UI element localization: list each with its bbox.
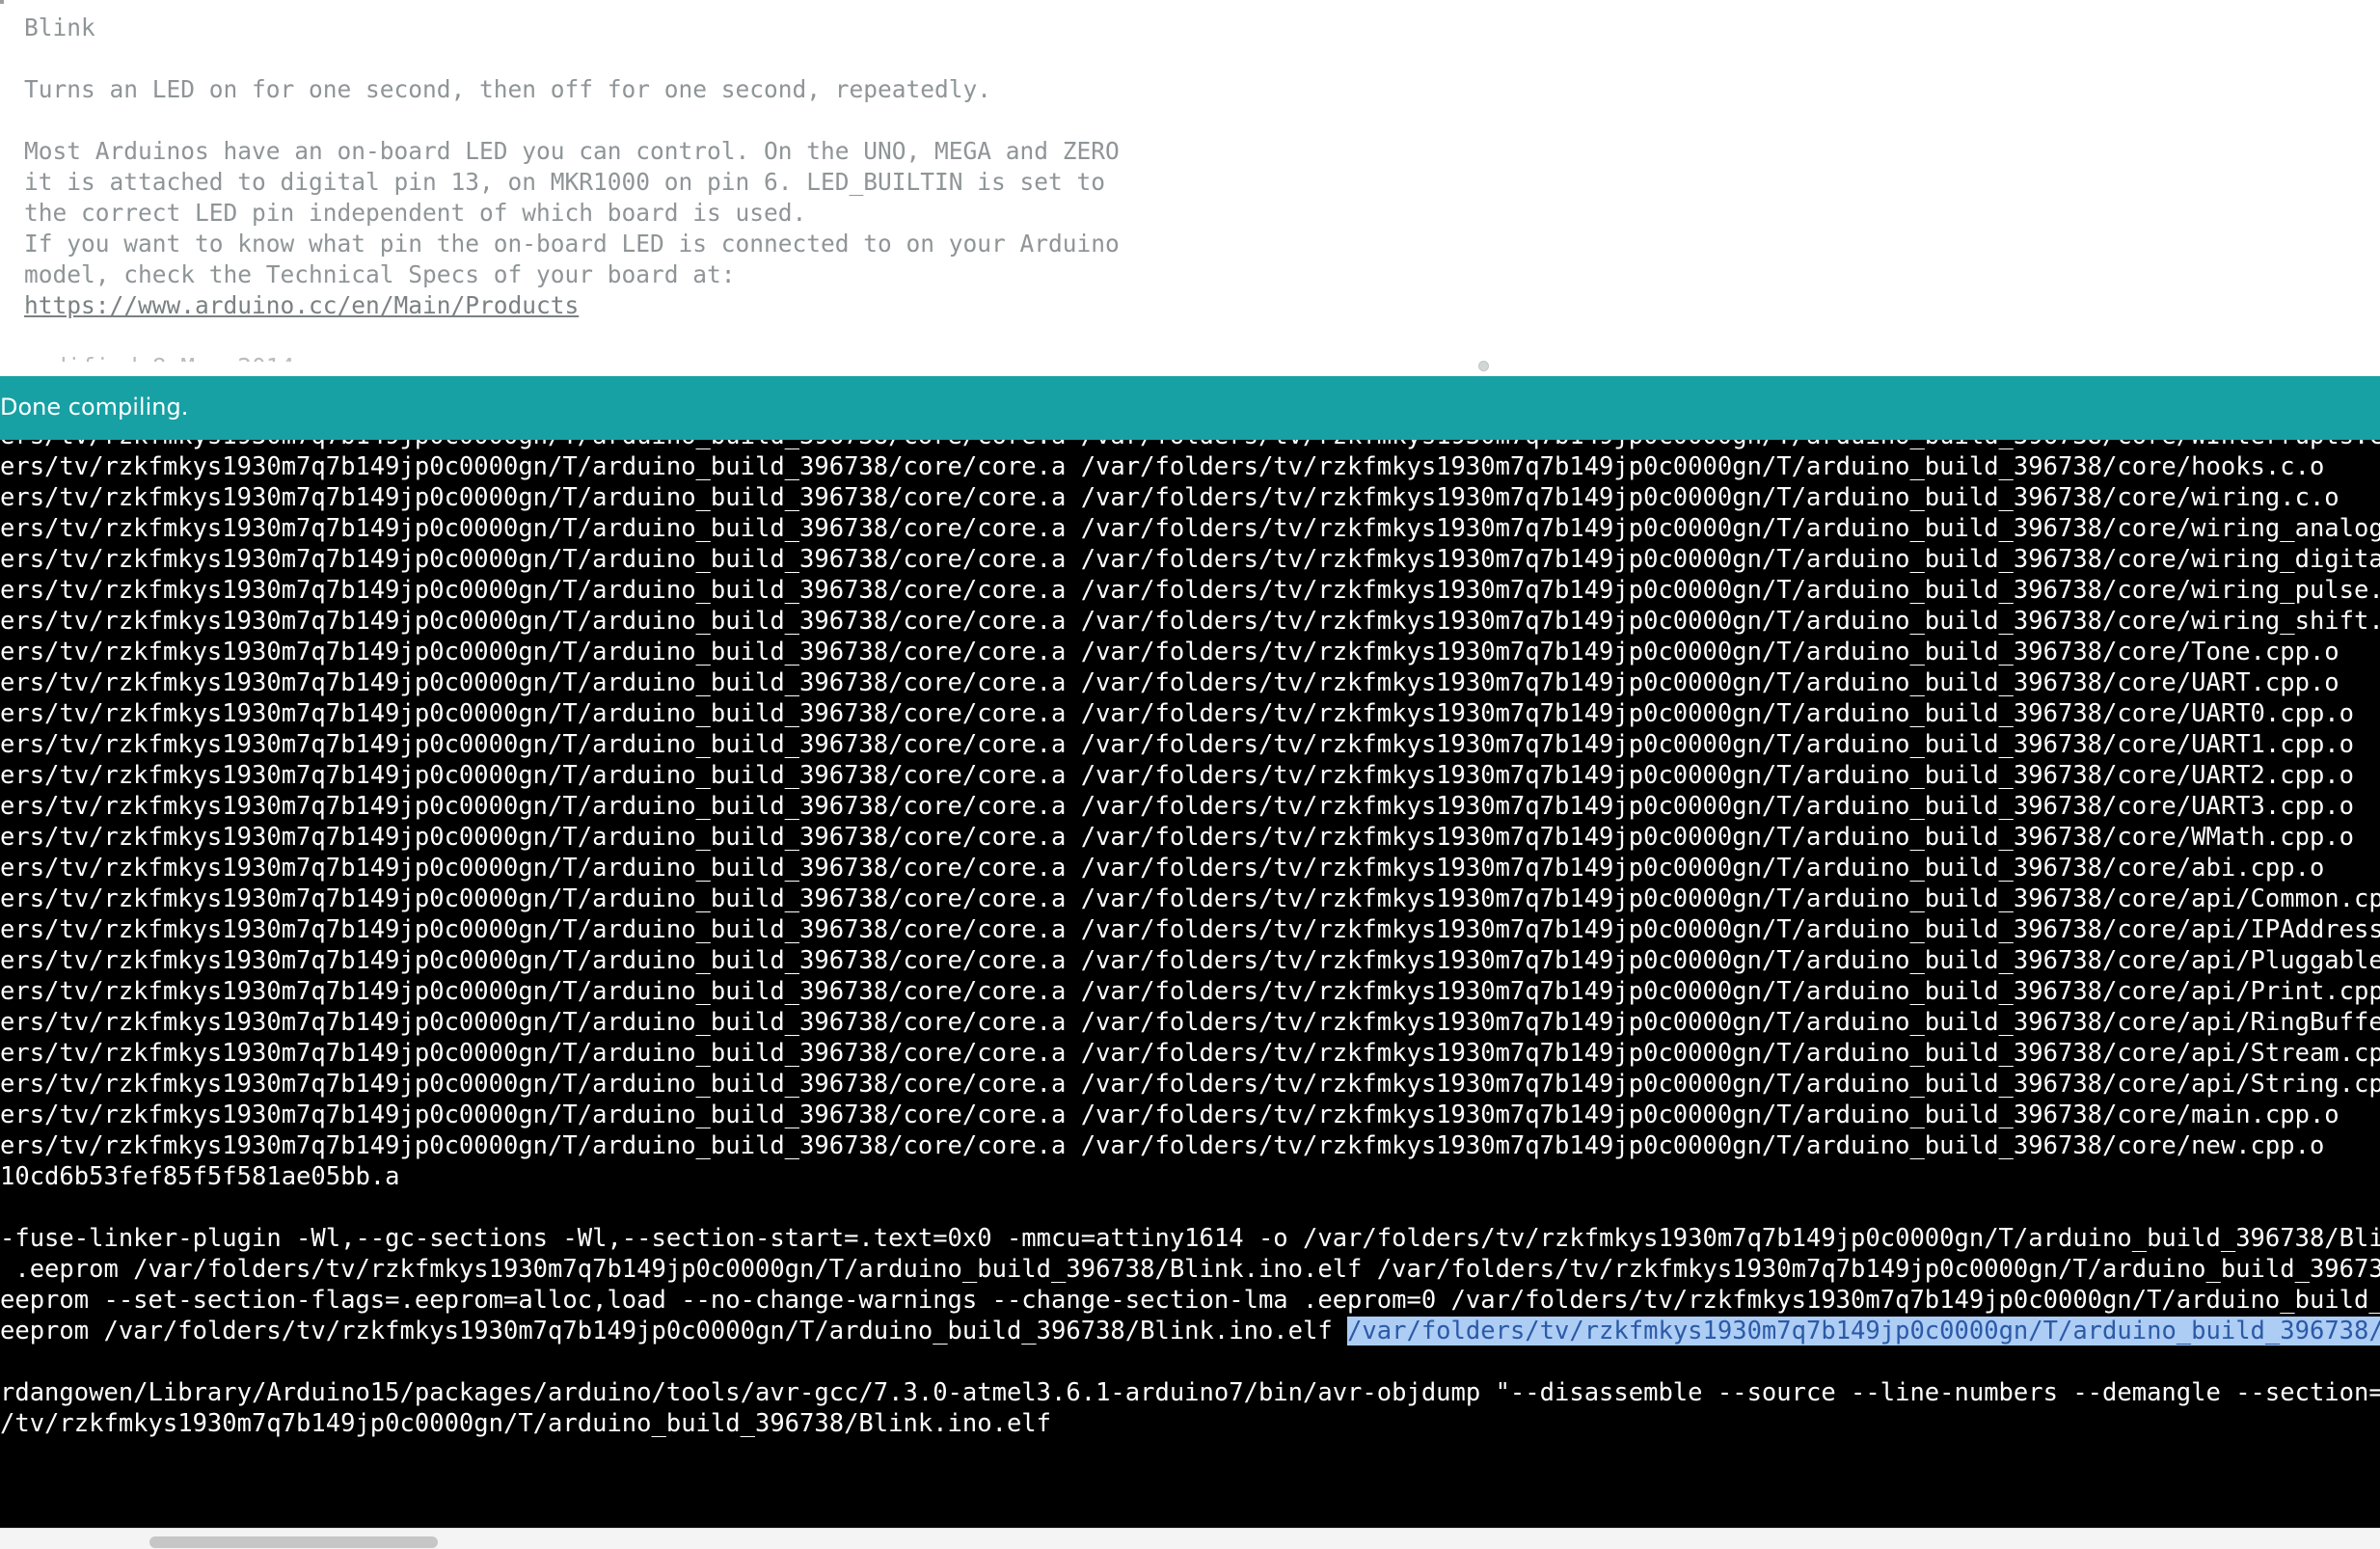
console-horizontal-scrollbar[interactable] xyxy=(0,1528,2380,1549)
code-editor[interactable]: Blink Turns an LED on for one second, th… xyxy=(0,0,2380,376)
products-link[interactable]: https://www.arduino.cc/en/Main/Products xyxy=(24,290,579,321)
console-output[interactable]: ers/tv/rzkfmkys1930m7q7b149jp0c0000gn/T/… xyxy=(0,440,2380,1528)
comment-line: If you want to know what pin the on-boar… xyxy=(24,230,1120,258)
console-line: ers/tv/rzkfmkys1930m7q7b149jp0c0000gn/T/… xyxy=(0,1131,2325,1160)
console-line: ers/tv/rzkfmkys1930m7q7b149jp0c0000gn/T/… xyxy=(0,761,2355,790)
console-line: 10cd6b53fef85f5f581ae05bb.a xyxy=(0,1162,400,1191)
console-line: -fuse-linker-plugin -Wl,--gc-sections -W… xyxy=(0,1224,2380,1253)
selected-hex-path[interactable]: /var/folders/tv/rzkfmkys1930m7q7b149jp0c… xyxy=(1347,1317,2380,1345)
console-line-partial: ers/tv/rzkfmkys1930m7q7b149jp0c0000gn/T/… xyxy=(0,440,2380,451)
selection-prefix: eeprom /var/folders/tv/rzkfmkys1930m7q7b… xyxy=(0,1317,1348,1345)
console-line: ers/tv/rzkfmkys1930m7q7b149jp0c0000gn/T/… xyxy=(0,483,2339,512)
console-line: ers/tv/rzkfmkys1930m7q7b149jp0c0000gn/T/… xyxy=(0,884,2380,913)
console-line: ers/tv/rzkfmkys1930m7q7b149jp0c0000gn/T/… xyxy=(0,946,2380,975)
partial-comment-line: modified 8 May 2014 xyxy=(24,352,294,362)
comment-line: model, check the Technical Specs of your… xyxy=(24,260,736,288)
console-line: ers/tv/rzkfmkys1930m7q7b149jp0c0000gn/T/… xyxy=(0,1101,2339,1129)
comment-line: the correct LED pin independent of which… xyxy=(24,199,807,227)
console-line: ers/tv/rzkfmkys1930m7q7b149jp0c0000gn/T/… xyxy=(0,514,2380,543)
editor-corner-mark xyxy=(0,0,4,4)
splitter-handle[interactable] xyxy=(1478,361,1489,371)
comment-line: Turns an LED on for one second, then off… xyxy=(24,75,992,103)
console-line: ers/tv/rzkfmkys1930m7q7b149jp0c0000gn/T/… xyxy=(0,730,2355,759)
arduino-ide-window: Blink Turns an LED on for one second, th… xyxy=(0,0,2380,1549)
status-bar: Done compiling. xyxy=(0,376,2380,440)
scrollbar-thumb[interactable] xyxy=(149,1536,438,1548)
console-line: .eeprom /var/folders/tv/rzkfmkys1930m7q7… xyxy=(0,1255,2380,1284)
console-line: rdangowen/Library/Arduino15/packages/ard… xyxy=(0,1378,2380,1407)
comment-line: it is attached to digital pin 13, on MKR… xyxy=(24,168,1106,196)
console-line: ers/tv/rzkfmkys1930m7q7b149jp0c0000gn/T/… xyxy=(0,668,2339,697)
console-line: ers/tv/rzkfmkys1930m7q7b149jp0c0000gn/T/… xyxy=(0,638,2339,666)
console-line: ers/tv/rzkfmkys1930m7q7b149jp0c0000gn/T/… xyxy=(0,545,2380,574)
console-line: /tv/rzkfmkys1930m7q7b149jp0c0000gn/T/ard… xyxy=(0,1409,1052,1438)
status-message: Done compiling. xyxy=(0,394,189,421)
console-line: ers/tv/rzkfmkys1930m7q7b149jp0c0000gn/T/… xyxy=(0,854,2325,883)
comment-line: Most Arduinos have an on-board LED you c… xyxy=(24,137,1120,165)
console-line: ers/tv/rzkfmkys1930m7q7b149jp0c0000gn/T/… xyxy=(0,699,2355,728)
console-line: ers/tv/rzkfmkys1930m7q7b149jp0c0000gn/T/… xyxy=(0,1039,2380,1068)
comment-line: Blink xyxy=(24,14,95,41)
console-line: ers/tv/rzkfmkys1930m7q7b149jp0c0000gn/T/… xyxy=(0,1008,2380,1037)
console-line: eeprom --set-section-flags=.eeprom=alloc… xyxy=(0,1286,2380,1315)
console-line: ers/tv/rzkfmkys1930m7q7b149jp0c0000gn/T/… xyxy=(0,452,2325,481)
console-line: ers/tv/rzkfmkys1930m7q7b149jp0c0000gn/T/… xyxy=(0,823,2355,852)
console-line: ers/tv/rzkfmkys1930m7q7b149jp0c0000gn/T/… xyxy=(0,915,2380,944)
console-line: ers/tv/rzkfmkys1930m7q7b149jp0c0000gn/T/… xyxy=(0,576,2380,605)
console-line: ers/tv/rzkfmkys1930m7q7b149jp0c0000gn/T/… xyxy=(0,1070,2380,1099)
console-line: ers/tv/rzkfmkys1930m7q7b149jp0c0000gn/T/… xyxy=(0,977,2380,1006)
console-line: ers/tv/rzkfmkys1930m7q7b149jp0c0000gn/T/… xyxy=(0,792,2355,821)
console-line: ers/tv/rzkfmkys1930m7q7b149jp0c0000gn/T/… xyxy=(0,607,2380,636)
console-line-with-selection: eeprom /var/folders/tv/rzkfmkys1930m7q7b… xyxy=(0,1316,2380,1346)
